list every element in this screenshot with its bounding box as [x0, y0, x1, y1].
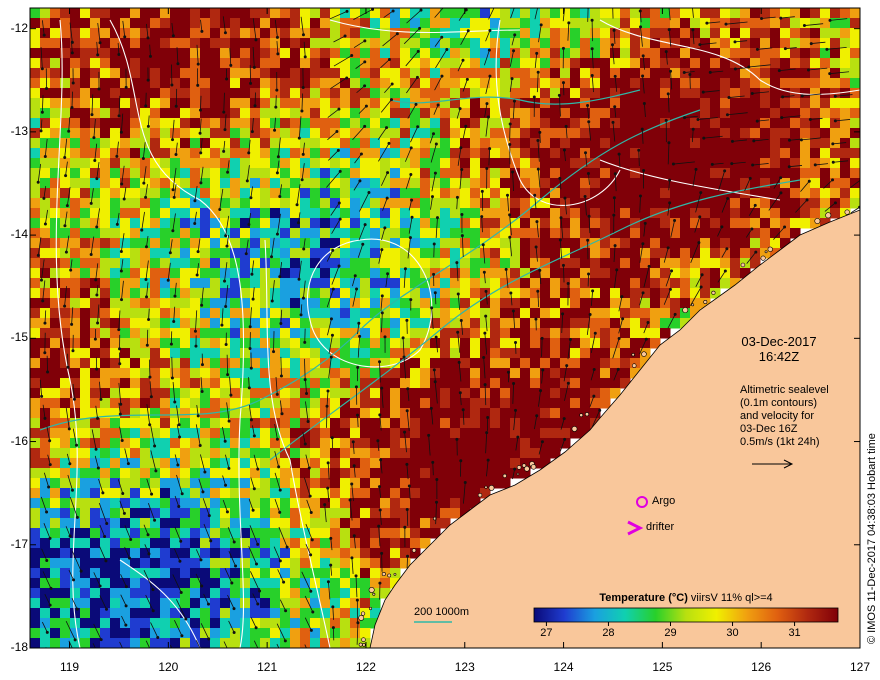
y-axis-tick-label: -14: [10, 227, 28, 242]
altimetry-line-2: (0.1m contours): [740, 397, 818, 409]
y-axis-tick-label: -12: [10, 20, 28, 35]
altimetry-line-5: 0.5m/s (1kt 24h): [740, 436, 820, 448]
x-axis-tick-label: 119: [59, 660, 80, 674]
legend-colorbar: [533, 607, 839, 623]
legend-title-tail: viirsV 11% ql>=4: [687, 592, 773, 604]
y-axis-tick-label: -17: [10, 536, 28, 551]
legend-tick-label: 29: [664, 627, 677, 639]
x-axis-tick-label: 121: [257, 660, 278, 674]
y-axis-tick-label: -15: [10, 330, 28, 345]
x-axis-tick-label: 122: [355, 660, 376, 674]
bathymetry-label: 200 1000m: [414, 606, 470, 618]
legend-tick-label: 30: [726, 627, 739, 639]
credit-text: © IMOS 11-Dec-2017 04:38:03 Hobart time: [866, 433, 878, 644]
y-axis-tick-label: -18: [10, 640, 28, 654]
legend-title-main: Temperature (°C): [599, 592, 688, 604]
x-axis-tick-label: 123: [454, 660, 475, 674]
legend-tick-label: 31: [788, 627, 801, 639]
sst-map: 03-Dec-2017 16:42Z Altimetric sealevel (…: [0, 0, 880, 680]
x-axis-tick-label: 120: [158, 660, 179, 674]
altimetry-line-4: 03-Dec 16Z: [740, 423, 798, 435]
x-axis-tick-label: 126: [751, 660, 772, 674]
drifter-label: drifter: [646, 521, 675, 533]
altimetry-line-1: Altimetric sealevel: [740, 384, 829, 396]
legend-tick-label: 28: [602, 627, 615, 639]
y-axis-tick-label: -13: [10, 123, 28, 138]
y-axis-tick-label: -16: [10, 433, 28, 448]
legend-title: Temperature (°C) viirsV 11% ql>=4: [534, 592, 838, 604]
legend-tick-label: 27: [540, 627, 553, 639]
timestamp-block: 03-Dec-2017 16:42Z: [724, 334, 834, 364]
x-axis-tick-label: 125: [652, 660, 673, 674]
argo-label: Argo: [652, 495, 676, 507]
altimetry-line-3: and velocity for: [740, 410, 814, 422]
x-axis-tick-label: 127: [849, 660, 871, 674]
altimetry-note: Altimetric sealevel (0.1m contours) and …: [740, 384, 870, 449]
x-axis-tick-label: 124: [553, 660, 574, 674]
timestamp-time: 16:42Z: [758, 349, 800, 364]
timestamp-date: 03-Dec-2017: [741, 334, 817, 349]
